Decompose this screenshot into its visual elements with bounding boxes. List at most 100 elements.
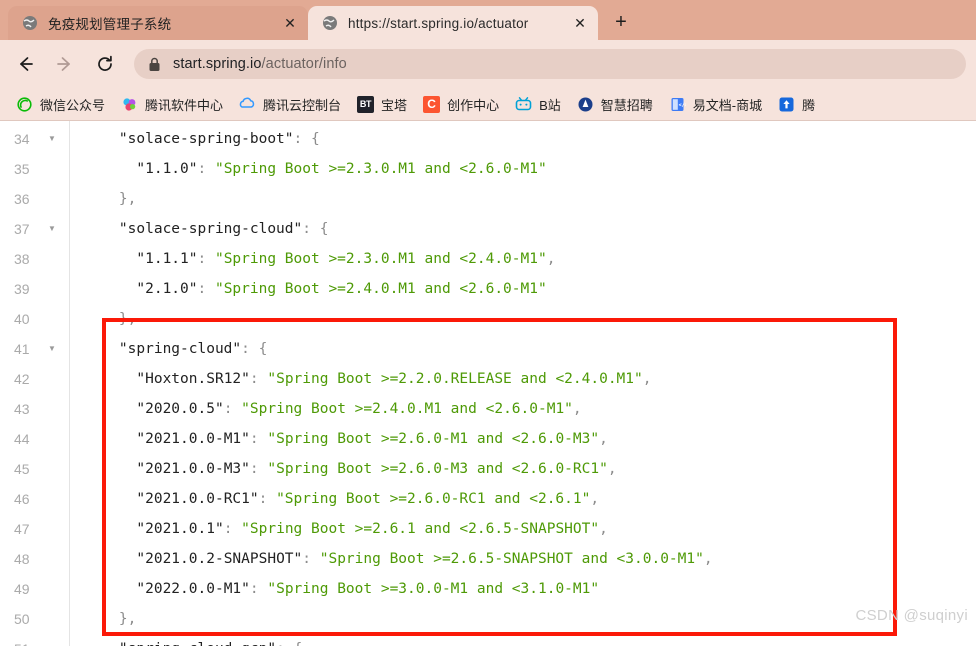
code-token: : bbox=[293, 131, 311, 147]
wechat-icon bbox=[16, 96, 33, 113]
code-token: "spring-cloud" bbox=[118, 341, 242, 357]
code-line: "2021.0.0-RC1": "Spring Boot >=2.6.0-RC1… bbox=[84, 484, 976, 514]
line-number-value: 45 bbox=[14, 461, 30, 477]
bookmark-yiwendang[interactable]: </> 易文档-商城 bbox=[661, 92, 770, 117]
code-token: : bbox=[302, 551, 320, 567]
line-number-value: 46 bbox=[14, 491, 30, 507]
code-token: "spring-cloud-gcp" bbox=[119, 634, 276, 646]
line-number: 44 bbox=[0, 424, 69, 454]
code-token: : bbox=[197, 281, 215, 297]
code-token: "Spring Boot >=2.6.1 and <2.6.5-SNAPSHOT… bbox=[241, 521, 600, 537]
code-token: , bbox=[590, 491, 600, 507]
tab-close-button[interactable]: ✕ bbox=[570, 13, 590, 33]
line-number: 38 bbox=[0, 244, 69, 274]
code-line: "Hoxton.SR12": "Spring Boot >=2.2.0.RELE… bbox=[84, 364, 976, 394]
line-number-value: 37 bbox=[14, 221, 30, 237]
line-number-value: 41 bbox=[14, 341, 30, 357]
json-viewer-page: 34 ▼ 35 36 37 ▼ 38 39 40 41 ▼ 42 43 44 45 46 47 48 49 50 51 ▼… bbox=[0, 121, 976, 646]
code-line: "2021.0.1": "Spring Boot >=2.6.1 and <2.… bbox=[84, 514, 976, 544]
code-line: "spring-cloud-gcp": { bbox=[84, 634, 976, 646]
code-line: "solace-spring-cloud": { bbox=[84, 214, 976, 244]
code-token: "2021.0.0-RC1" bbox=[136, 491, 259, 507]
code-token: "Spring Boot >=2.6.0-M1 and <2.6.0-M3" bbox=[267, 431, 600, 447]
browser-tab-2[interactable]: https://start.spring.io/actuator ✕ bbox=[308, 6, 598, 40]
chevron-down-icon[interactable]: ▼ bbox=[48, 225, 56, 233]
bookmark-tencent-docs[interactable]: 腾 bbox=[770, 92, 823, 117]
forward-button[interactable] bbox=[50, 49, 80, 79]
code-token: , bbox=[642, 371, 652, 387]
line-number: 49 bbox=[0, 574, 69, 604]
new-tab-button[interactable]: + bbox=[606, 7, 636, 37]
code-token: "Spring Boot >=2.6.0-RC1 and <2.6.1" bbox=[276, 491, 591, 507]
code-line: }, bbox=[84, 304, 976, 334]
line-number: 41 ▼ bbox=[0, 334, 69, 364]
line-number-gutter: 34 ▼ 35 36 37 ▼ 38 39 40 41 ▼ 42 43 44 45 46 47 48 49 50 51 ▼ bbox=[0, 121, 70, 646]
code-token: "solace-spring-boot" bbox=[118, 131, 294, 147]
address-bar[interactable]: start.spring.io/actuator/info bbox=[134, 49, 966, 79]
code-token: "2020.0.5" bbox=[136, 401, 224, 417]
bookmark-csdn[interactable]: C 创作中心 bbox=[415, 92, 507, 117]
line-number-value: 48 bbox=[14, 551, 30, 567]
json-code-area[interactable]: 34 ▼ 35 36 37 ▼ 38 39 40 41 ▼ 42 43 44 45 46 47 48 49 50 51 ▼… bbox=[0, 121, 976, 646]
bookmark-label: B站 bbox=[539, 97, 561, 113]
yiwendang-icon: </> bbox=[669, 96, 686, 113]
chevron-down-icon[interactable]: ▼ bbox=[48, 645, 56, 647]
svg-text:</>: </> bbox=[678, 102, 685, 108]
tab-close-button[interactable]: ✕ bbox=[280, 13, 300, 33]
code-token: : bbox=[249, 371, 268, 387]
line-number-value: 44 bbox=[14, 431, 30, 447]
forward-arrow-icon bbox=[57, 57, 70, 71]
globe-icon bbox=[22, 15, 38, 31]
code-token: : bbox=[223, 401, 242, 417]
code-token: "Spring Boot >=2.6.0-M3 and <2.6.0-RC1" bbox=[267, 461, 608, 477]
url-path: /actuator/info bbox=[261, 56, 347, 72]
bookmark-tencent-cloud[interactable]: 腾讯云控制台 bbox=[231, 92, 349, 117]
code-token: }, bbox=[118, 191, 137, 207]
line-number-value: 47 bbox=[14, 521, 30, 537]
bookmark-baota[interactable]: BT 宝塔 bbox=[349, 92, 415, 117]
line-number-value: 34 bbox=[14, 131, 30, 147]
code-token: : bbox=[197, 161, 215, 177]
back-arrow-icon bbox=[20, 57, 33, 71]
bookmark-bilibili[interactable]: B站 bbox=[507, 92, 569, 117]
code-token: "Spring Boot >=2.3.0.M1 and <2.6.0-M1" bbox=[214, 161, 547, 177]
bookmark-wechat[interactable]: 微信公众号 bbox=[8, 92, 113, 117]
code-token: : bbox=[223, 521, 242, 537]
code-token: , bbox=[599, 431, 608, 447]
browser-tab-1[interactable]: 免疫规划管理子系统 ✕ bbox=[8, 6, 308, 40]
code-token: "solace-spring-cloud" bbox=[118, 221, 303, 237]
line-number: 47 bbox=[0, 514, 69, 544]
code-token: "2.1.0" bbox=[136, 281, 198, 297]
chevron-down-icon[interactable]: ▼ bbox=[48, 135, 56, 143]
bookmark-zhihui-zhaopin[interactable]: 智慧招聘 bbox=[569, 92, 661, 117]
code-token: : bbox=[276, 634, 293, 646]
code-token: { bbox=[258, 341, 268, 357]
reload-button[interactable] bbox=[90, 49, 120, 79]
line-number: 42 bbox=[0, 364, 69, 394]
tab-title: https://start.spring.io/actuator bbox=[348, 15, 529, 31]
back-button[interactable] bbox=[10, 49, 40, 79]
line-number: 51 ▼ bbox=[0, 634, 69, 646]
line-number-value: 50 bbox=[14, 611, 30, 627]
bookmark-label: 微信公众号 bbox=[40, 97, 106, 113]
line-number: 39 bbox=[0, 274, 69, 304]
line-number-value: 42 bbox=[14, 371, 30, 387]
bookmark-label: 腾讯云控制台 bbox=[263, 97, 342, 113]
code-token: : bbox=[249, 581, 268, 597]
zhihui-zhaopin-icon bbox=[577, 96, 594, 113]
watermark-text: CSDN @suqinyi bbox=[855, 607, 968, 624]
browser-toolbar: start.spring.io/actuator/info bbox=[0, 40, 976, 88]
code-token: { bbox=[319, 221, 329, 237]
code-token: { bbox=[311, 131, 320, 147]
code-token: "2021.0.2-SNAPSHOT" bbox=[136, 551, 303, 567]
tencent-software-icon bbox=[121, 96, 138, 113]
chevron-down-icon[interactable]: ▼ bbox=[48, 345, 56, 353]
bookmark-tencent-software[interactable]: 腾讯软件中心 bbox=[113, 92, 231, 117]
